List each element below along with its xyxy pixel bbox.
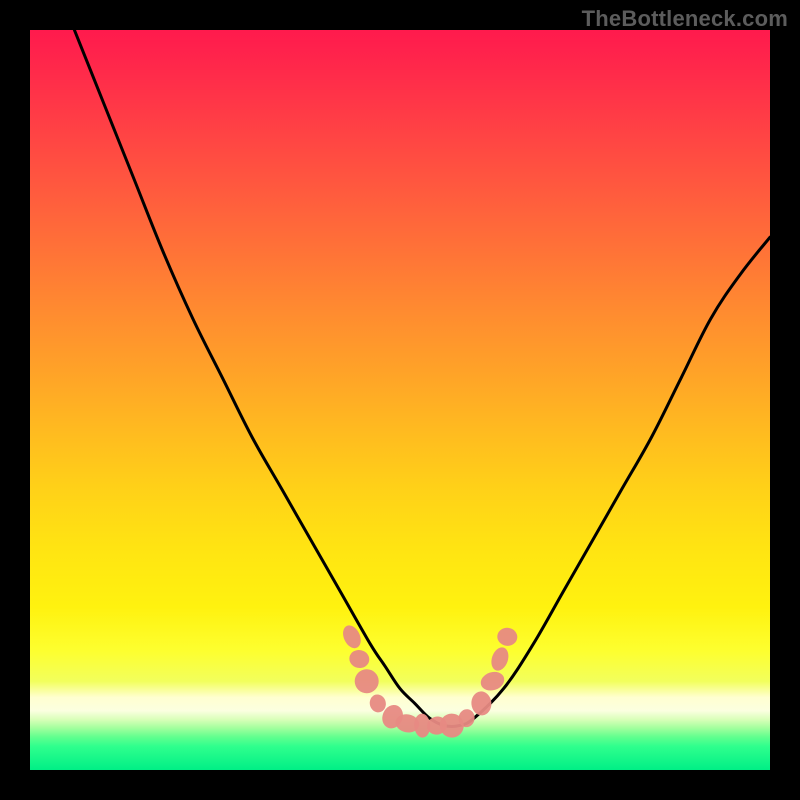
- chart-frame: TheBottleneck.com: [0, 0, 800, 800]
- marker-point: [496, 627, 518, 647]
- marker-point: [488, 645, 511, 673]
- plot-area: [30, 30, 770, 770]
- series-v-curve: [74, 30, 770, 727]
- v-curve: [74, 30, 770, 727]
- marker-point: [470, 691, 492, 717]
- watermark-text: TheBottleneck.com: [582, 6, 788, 32]
- marker-point: [348, 648, 371, 670]
- marker-point: [354, 669, 378, 693]
- curve-layer: [30, 30, 770, 770]
